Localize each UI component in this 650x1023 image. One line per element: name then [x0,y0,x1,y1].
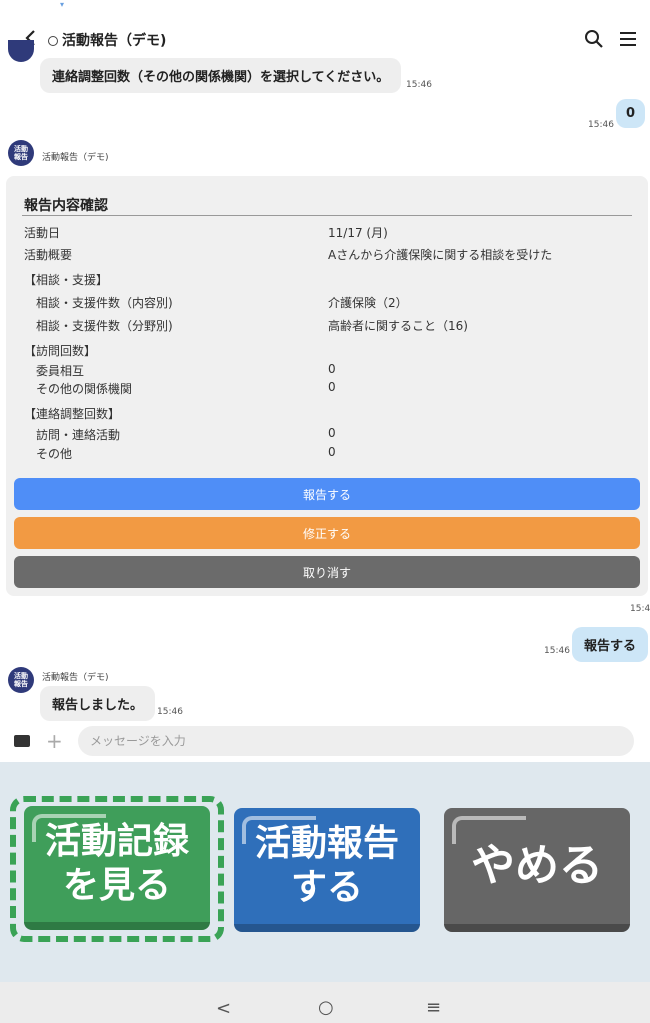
chat-title-wrap: 活動報告（デモ) [48,30,166,50]
message-time: 15:46 [544,646,570,656]
report-label: 相談・支援件数（分野別) [36,319,173,333]
highlight-frame [10,796,224,942]
bot-avatar-text: 活動報告 [14,145,28,161]
search-icon[interactable] [584,29,604,49]
report-label: 相談・支援件数（内容別) [36,296,173,310]
report-label: 委員相互 [36,364,85,378]
bot-reply-bubble: 報告しました。 [40,686,156,721]
keyboard-icon[interactable] [14,735,30,747]
report-section-heading: 【連絡調整回数】 [24,407,121,421]
bot-avatar-partial [8,40,34,62]
nav-back-icon[interactable]: < [216,998,231,1019]
bot-avatar-text: 活動報告 [14,672,28,688]
message-time: 15:46 [588,120,614,130]
report-label: その他の関係機関 [36,382,133,396]
message-time: 15:4 [630,604,650,614]
report-value: Aさんから介護保険に関する相談を受けた [328,248,553,262]
nav-home-icon[interactable]: ○ [318,997,334,1018]
bot-avatar: 活動報告 [8,667,34,693]
report-value: 0 [328,380,336,394]
message-input[interactable] [78,726,634,756]
report-value: 0 [328,362,336,376]
user-reply-bubble: 0 [616,99,646,128]
report-value: 11/17 (月) [328,226,388,240]
plus-icon[interactable]: + [46,729,63,753]
report-label: 活動概要 [24,248,73,262]
message-time: 15:46 [406,80,432,90]
submit-report-button[interactable]: 報告する [14,478,640,510]
bot-name: 活動報告（デモ) [42,153,109,163]
quit-label: やめる [471,840,603,891]
bot-name: 活動報告（デモ) [42,673,109,683]
status-indicator-icon: ▾ [60,0,65,9]
edit-report-button[interactable]: 修正する [14,517,640,549]
report-value: 介護保険（2） [328,296,408,310]
bot-prompt-bubble: 連絡調整回数（その他の関係機関）を選択してください。 [40,58,402,93]
report-activity-label: 活動報告 する [254,823,399,908]
cancel-report-button[interactable]: 取り消す [14,556,640,588]
message-time: 15:46 [157,707,183,717]
divider [22,215,632,216]
report-title: 報告内容確認 [24,198,108,214]
report-activity-button[interactable]: 活動報告 する [234,808,420,932]
report-value: 高齢者に関すること（16) [328,319,468,333]
nav-recent-icon[interactable]: ≡ [426,997,441,1018]
quit-button[interactable]: やめる [444,808,630,932]
user-reply-bubble: 報告する [572,627,649,662]
report-section-heading: 【相談・支援】 [24,273,109,287]
chat-title: 活動報告（デモ) [62,33,167,49]
menu-icon[interactable] [618,29,638,49]
report-label: その他 [36,447,73,461]
report-value: 0 [328,426,336,440]
report-label: 訪問・連絡活動 [36,428,121,442]
bot-avatar: 活動報告 [8,140,34,166]
report-label: 活動日 [24,226,61,240]
bot-status-icon [48,36,58,46]
report-section-heading: 【訪問回数】 [24,344,97,358]
report-value: 0 [328,445,336,459]
